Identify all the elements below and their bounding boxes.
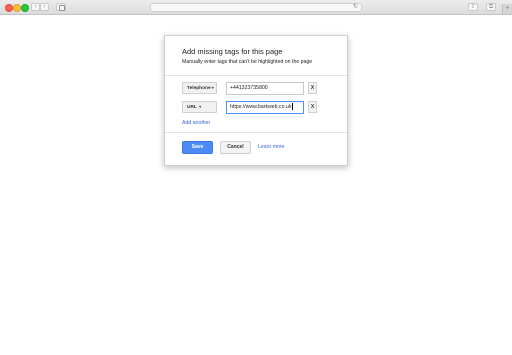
dialog-subtitle: Manually enter tags that can't be highli… bbox=[182, 59, 313, 65]
show-tabs-button[interactable]: ⧉ bbox=[486, 3, 496, 11]
forward-button[interactable]: › bbox=[40, 3, 49, 11]
reload-icon[interactable]: ↻ bbox=[353, 4, 358, 11]
tag-type-select-telephone[interactable]: Telephone▾ bbox=[182, 82, 217, 94]
remove-tag-button-telephone[interactable]: X bbox=[308, 82, 317, 94]
divider bbox=[165, 75, 347, 76]
save-button[interactable]: Save bbox=[182, 141, 213, 154]
tag-value-input-telephone[interactable]: +441323735800 bbox=[226, 82, 304, 95]
caret-down-icon: ▾ bbox=[211, 85, 214, 90]
tag-type-label: URL bbox=[187, 105, 197, 110]
caret-down-icon: ▾ bbox=[199, 104, 202, 109]
share-button[interactable]: ⇪ bbox=[468, 3, 478, 11]
share-icon: ⇪ bbox=[470, 4, 476, 10]
chevron-right-icon: › bbox=[43, 4, 46, 10]
new-tab-button[interactable]: + bbox=[502, 4, 512, 14]
dialog-title: Add missing tags for this page bbox=[182, 47, 283, 56]
chevron-left-icon: ‹ bbox=[34, 4, 37, 10]
add-missing-tags-dialog: Add missing tags for this page Manually … bbox=[164, 35, 348, 166]
close-window-button[interactable] bbox=[5, 4, 13, 12]
tag-type-label: Telephone bbox=[187, 86, 211, 91]
tag-type-select-url[interactable]: URL ▾ bbox=[182, 101, 217, 113]
tag-value-input-url[interactable]: https://www.barkweb.co.uk bbox=[226, 101, 304, 114]
sidebar-toggle-button[interactable] bbox=[56, 3, 66, 11]
text-cursor bbox=[291, 103, 293, 111]
divider bbox=[165, 132, 347, 133]
add-another-link[interactable]: Add another bbox=[182, 120, 210, 126]
browser-toolbar: ‹ › ↻ ⇪ ⧉ bbox=[0, 0, 512, 15]
fullscreen-window-button[interactable] bbox=[21, 4, 29, 12]
back-button[interactable]: ‹ bbox=[31, 3, 40, 11]
learn-more-link[interactable]: Learn more bbox=[258, 144, 285, 150]
tabs-icon: ⧉ bbox=[488, 4, 494, 10]
address-bar[interactable]: ↻ bbox=[150, 3, 362, 12]
cancel-button[interactable]: Cancel bbox=[220, 141, 251, 154]
tag-value-text: https://www.barkweb.co.uk bbox=[230, 104, 292, 110]
plus-icon: + bbox=[505, 5, 510, 12]
minimize-window-button[interactable] bbox=[13, 4, 21, 12]
remove-tag-button-url[interactable]: X bbox=[308, 101, 317, 113]
